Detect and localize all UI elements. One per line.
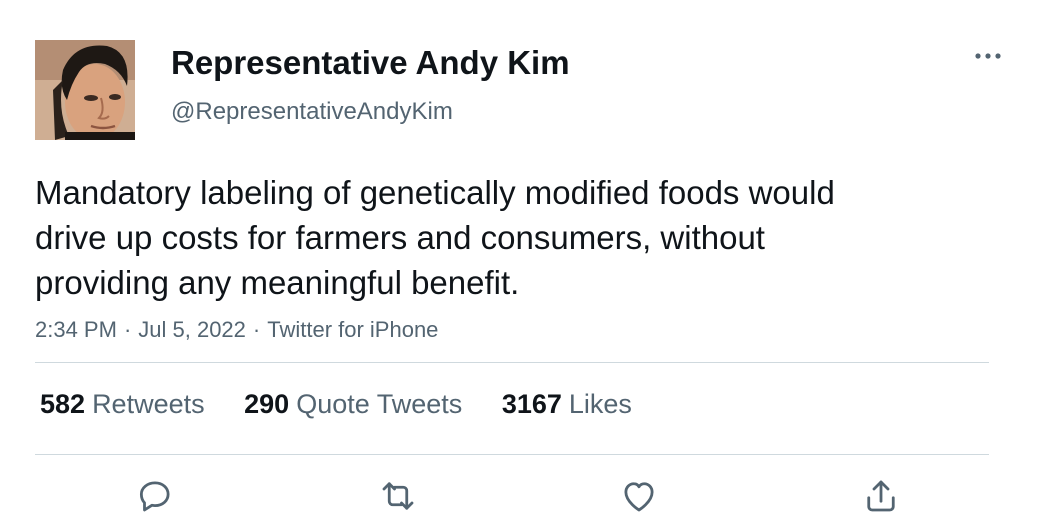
quote-tweets-count: 290 [244,389,290,419]
reply-icon[interactable] [134,475,176,517]
tweet-time[interactable]: 2:34 PM [35,317,117,342]
retweet-icon[interactable] [377,475,419,517]
meta-separator: · [252,317,261,342]
likes-stat[interactable]: 3167 Likes [502,388,632,420]
tweet-date[interactable]: Jul 5, 2022 [138,317,246,342]
tweet-source[interactable]: Twitter for iPhone [267,317,438,342]
display-name[interactable]: Representative Andy Kim [171,43,570,83]
avatar[interactable] [35,40,135,140]
meta-separator: · [123,317,132,342]
likes-count: 3167 [501,389,562,419]
divider [35,454,989,455]
likes-label: Likes [568,389,632,419]
engagement-stats: 582 Retweets 290 Quote Tweets 3167 Likes [40,388,664,420]
quote-tweets-label: Quote Tweets [296,389,463,419]
retweets-label: Retweets [92,389,205,419]
quote-tweets-stat[interactable]: 290 Quote Tweets [244,388,462,420]
divider [35,362,989,363]
user-handle[interactable]: @RepresentativeAndyKim [171,97,453,127]
retweets-count: 582 [40,389,86,419]
like-icon[interactable] [618,475,660,517]
share-icon[interactable] [860,475,902,517]
tweet-text: Mandatory labeling of genetically modifi… [35,174,835,301]
more-options-icon[interactable] [970,44,1006,68]
tweet-meta: 2:34 PM · Jul 5, 2022 · Twitter for iPhone [35,316,438,344]
retweets-stat[interactable]: 582 Retweets [40,388,205,420]
